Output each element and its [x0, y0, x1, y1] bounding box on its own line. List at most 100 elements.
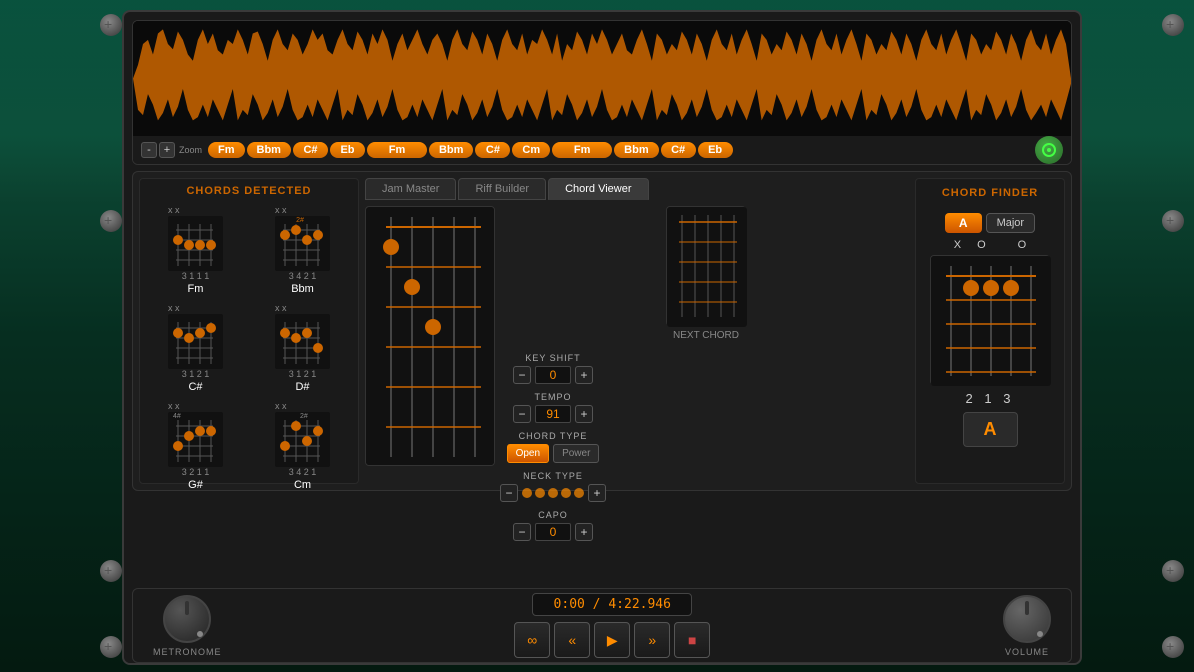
chord-name-gs: G# [188, 479, 203, 491]
volume-label: VOLUME [1005, 647, 1049, 657]
chord-type-row: Open Power [507, 444, 600, 463]
chord-item-gs[interactable]: x x 4# [146, 401, 245, 491]
scroll-icon [1041, 142, 1057, 158]
chord-diagram-bbm: 2# [275, 216, 330, 271]
app-container: // This will be rendered by the inline S… [122, 10, 1082, 665]
scroll-button[interactable] [1035, 136, 1063, 164]
chord-pills-row: - + Zoom Fm Bbm C# Eb Fm Bbm C# Cm Fm Bb… [133, 136, 1071, 164]
svg-text:4#: 4# [173, 413, 181, 420]
chord-pill-8[interactable]: Fm [552, 142, 612, 158]
capo-minus[interactable]: − [513, 523, 531, 541]
chord-pill-7[interactable]: Cm [512, 142, 550, 158]
neck-type-plus[interactable]: + [588, 484, 606, 502]
chord-pill-2[interactable]: C# [293, 142, 328, 158]
guitar-neck-small-svg [667, 207, 747, 327]
chord-name-ds: D# [295, 381, 309, 393]
metronome-knob[interactable] [163, 595, 211, 643]
chord-pill-10[interactable]: C# [661, 142, 696, 158]
chord-pill-4[interactable]: Fm [367, 142, 427, 158]
chord-pill-5[interactable]: Bbm [429, 142, 473, 158]
chord-pill-9[interactable]: Bbm [614, 142, 658, 158]
tempo-value: 91 [535, 405, 571, 423]
tempo-minus[interactable]: − [513, 405, 531, 423]
screw-mid-tr [1162, 210, 1184, 232]
chord-name-bbm: Bbm [291, 283, 314, 295]
transport-forward[interactable]: » [634, 622, 670, 658]
transport-loop[interactable]: ∞ [514, 622, 550, 658]
chord-type-open[interactable]: Open [507, 444, 549, 463]
chord-item-ds[interactable]: x x [253, 303, 352, 393]
transport-play[interactable]: ▶ [594, 622, 630, 658]
transport-stop[interactable]: ■ [674, 622, 710, 658]
chord-diagram-gs: 4# [168, 412, 223, 467]
neck-type-row: − + [500, 484, 606, 502]
chord-item-bbm[interactable]: x x 2# [253, 205, 352, 295]
neck-type-group: NECK TYPE − + [507, 471, 599, 502]
finder-type-button[interactable]: Major [986, 213, 1036, 233]
zoom-plus-button[interactable]: + [159, 142, 175, 158]
tempo-row: − 91 + [513, 405, 593, 423]
chord-diagram-fm [168, 216, 223, 271]
guitar-neck-large[interactable] [365, 206, 495, 466]
transport-rewind[interactable]: « [554, 622, 590, 658]
key-shift-label: KEY SHIFT [525, 353, 580, 363]
waveform-section: // This will be rendered by the inline S… [132, 20, 1072, 165]
key-shift-minus[interactable]: − [513, 366, 531, 384]
zoom-minus-button[interactable]: - [141, 142, 157, 158]
key-shift-value: 0 [535, 366, 571, 384]
transport-section: 0:00 / 4:22.946 ∞ « ▶ » ■ [222, 593, 1004, 658]
next-chord-section: NEXT CHORD [503, 206, 909, 341]
guitar-neck-large-svg [366, 207, 495, 466]
transport-buttons: ∞ « ▶ » ■ [514, 622, 710, 658]
chord-type-power[interactable]: Power [553, 444, 599, 463]
svg-text:2#: 2# [296, 217, 304, 224]
tempo-label: TEMPO [534, 392, 571, 402]
guitar-neck-small[interactable] [666, 206, 746, 326]
metronome-label: METRONOME [153, 647, 222, 657]
finder-diagram[interactable] [930, 255, 1050, 385]
neck-type-minus[interactable]: − [500, 484, 518, 502]
neck-dots [522, 488, 584, 498]
chord-diagram-cm: 2# [275, 412, 330, 467]
finder-chord-display: A [963, 412, 1018, 447]
waveform-mini[interactable] [133, 164, 1071, 165]
key-shift-plus[interactable]: + [575, 366, 593, 384]
tempo-plus[interactable]: + [575, 405, 593, 423]
chord-name-cs: C# [188, 381, 202, 393]
finder-fret-numbers: 2 1 3 [966, 391, 1015, 406]
chord-viewer-content: NEXT CHORD KEY SHIFT − 0 + [365, 206, 909, 545]
chord-item-cm[interactable]: x x 2# [253, 401, 352, 491]
chord-pill-6[interactable]: C# [475, 142, 510, 158]
chord-pill-0[interactable]: Fm [208, 142, 245, 158]
center-panel: Jam Master Riff Builder Chord Viewer [365, 178, 909, 484]
chord-frets-ds: 3 1 2 1 [289, 369, 317, 379]
volume-knob[interactable] [1003, 595, 1051, 643]
chord-item-cs[interactable]: x x [146, 303, 245, 393]
chord-item-fm[interactable]: x x [146, 205, 245, 295]
bottom-bar: METRONOME 0:00 / 4:22.946 ∞ « ▶ » ■ VOLU… [132, 588, 1072, 663]
chord-frets-gs: 3 2 1 1 [182, 467, 210, 477]
tabs-row: Jam Master Riff Builder Chord Viewer [365, 178, 909, 200]
zoom-controls: - + Zoom [141, 142, 202, 158]
chord-pill-1[interactable]: Bbm [247, 142, 291, 158]
finder-key-button[interactable]: A [945, 213, 982, 233]
tempo-group: TEMPO − 91 + [507, 392, 599, 423]
tab-riff-builder[interactable]: Riff Builder [458, 178, 546, 200]
chord-frets-bbm: 3 4 2 1 [289, 271, 317, 281]
waveform-display [133, 21, 1071, 136]
chord-grid: x x [146, 205, 352, 491]
capo-plus[interactable]: + [575, 523, 593, 541]
neck-dot-3 [548, 488, 558, 498]
waveform-main[interactable]: // This will be rendered by the inline S… [133, 21, 1071, 136]
chord-pill-3[interactable]: Eb [330, 142, 365, 158]
volume-knob-container: VOLUME [1003, 595, 1051, 657]
tab-chord-viewer[interactable]: Chord Viewer [548, 178, 648, 200]
neck-dot-4 [561, 488, 571, 498]
capo-label: CAPO [538, 510, 568, 520]
capo-row: − 0 + [513, 523, 593, 541]
chord-pill-11[interactable]: Eb [698, 142, 733, 158]
finder-diagram-section: X O O [930, 239, 1050, 385]
chords-detected-title: CHORDS DETECTED [146, 185, 352, 197]
tab-jam-master[interactable]: Jam Master [365, 178, 456, 200]
screw-mid-tl [100, 210, 122, 232]
